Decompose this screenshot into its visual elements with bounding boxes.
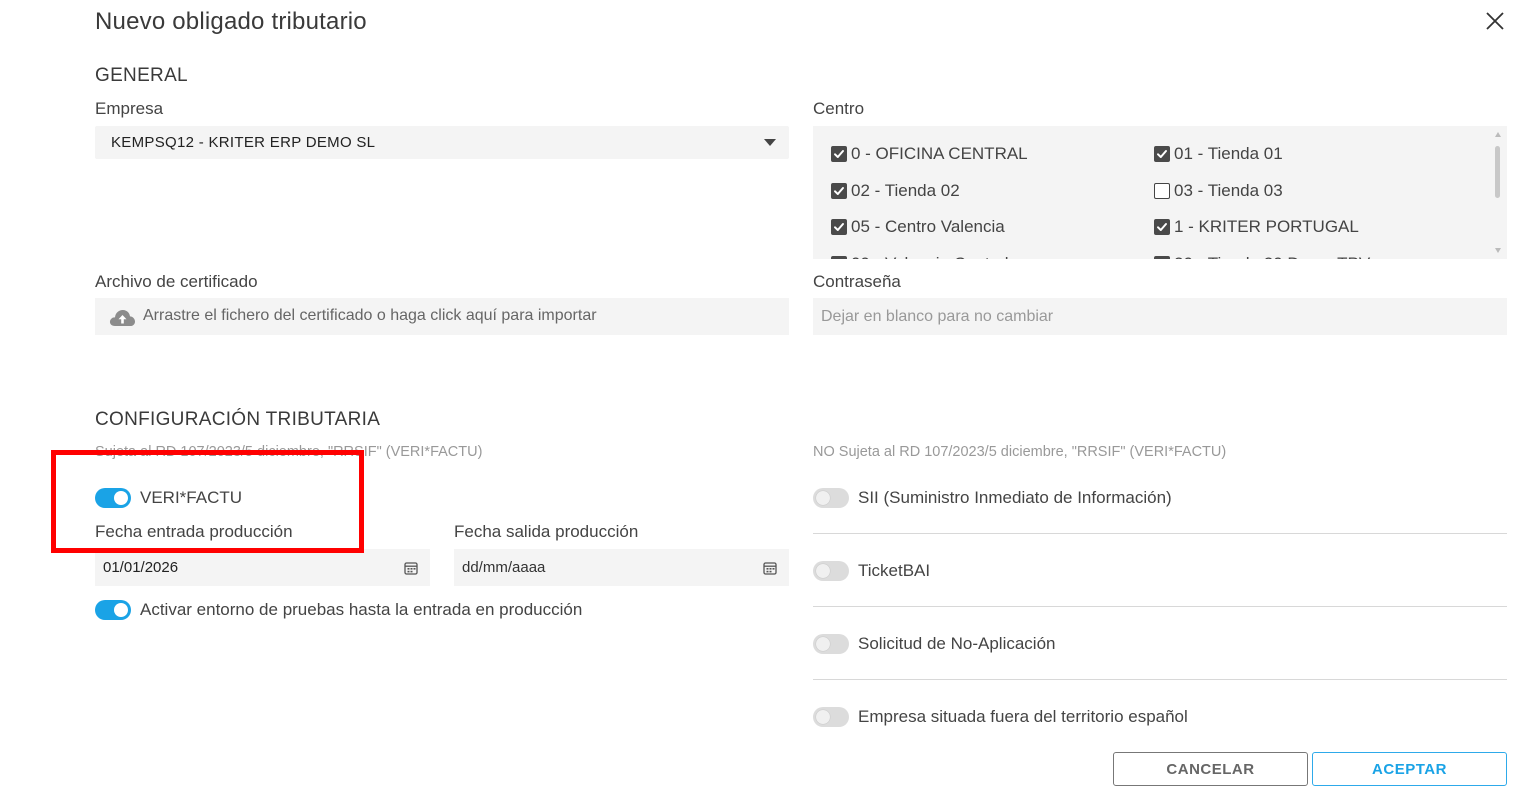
ticketbai-toggle[interactable] (813, 561, 849, 581)
certificado-placeholder: Arrastre el fichero del certificado o ha… (143, 307, 597, 324)
calendar-icon[interactable] (762, 560, 778, 576)
toggle-knob (816, 564, 830, 578)
password-label: Contraseña (813, 272, 901, 291)
no-aplicacion-label: Solicitud de No-Aplicación (858, 634, 1056, 653)
checkbox-unchecked[interactable] (1154, 182, 1170, 199)
cloud-upload-icon (108, 306, 136, 328)
centro-item-label: 20 - Tienda 20 Demo TPV (1174, 254, 1370, 260)
no-sujeta-note: NO Sujeta al RD 107/2023/5 diciembre, "R… (813, 444, 1227, 460)
calendar-icon[interactable] (403, 560, 419, 576)
highlight-annotation-box (51, 450, 364, 553)
password-input[interactable] (813, 298, 1507, 335)
fecha-salida-label: Fecha salida producción (454, 522, 639, 541)
ticketbai-label: TicketBAI (858, 561, 931, 580)
checkbox-checked[interactable] (831, 146, 847, 162)
fecha-entrada-input[interactable]: 01/01/2026 (95, 549, 430, 586)
centro-item[interactable]: 05 - Centro Valencia (831, 217, 1005, 237)
empresa-label: Empresa (95, 99, 164, 118)
sii-toggle[interactable] (813, 488, 849, 508)
no-aplicacion-toggle[interactable] (813, 634, 849, 654)
centro-item-label: 01 - Tienda 01 (1174, 144, 1283, 163)
centro-item[interactable]: 0 - OFICINA CENTRAL (831, 144, 1028, 164)
pruebas-label: Activar entorno de pruebas hasta la entr… (140, 600, 583, 619)
checkbox-checked[interactable] (831, 182, 847, 199)
chevron-down-icon (764, 139, 776, 146)
centro-item[interactable]: 01 - Tienda 01 (1154, 144, 1283, 164)
toggle-knob (816, 491, 830, 505)
scroll-down-arrow-icon[interactable] (1495, 248, 1501, 253)
section-title-config: CONFIGURACIÓN TRIBUTARIA (95, 409, 381, 430)
divider (813, 679, 1507, 680)
scroll-up-arrow-icon[interactable] (1495, 132, 1501, 137)
checkbox-checked[interactable] (1154, 255, 1170, 259)
centro-item[interactable]: 20 - Tienda 20 Demo TPV (1154, 254, 1370, 260)
fecha-entrada-value: 01/01/2026 (103, 559, 179, 576)
centro-label: Centro (813, 99, 865, 118)
centro-item-label: 02 - Tienda 02 (851, 180, 960, 200)
checkbox-checked[interactable] (1154, 146, 1170, 162)
fuera-territorio-toggle[interactable] (813, 707, 849, 727)
centro-item[interactable]: 03 - Tienda 03 (1154, 181, 1283, 201)
fecha-salida-input[interactable]: dd/mm/aaaa (454, 549, 789, 586)
centro-item-label: 1 - KRITER PORTUGAL (1174, 217, 1359, 236)
centro-item-label: 0 - OFICINA CENTRAL (851, 144, 1028, 163)
centro-scrollbar[interactable] (1493, 130, 1503, 255)
toggle-knob (816, 710, 830, 724)
checkbox-checked[interactable] (1154, 219, 1170, 235)
fuera-territorio-label: Empresa situada fuera del territorio esp… (858, 707, 1188, 726)
sii-label: SII (Suministro Inmediato de Información… (858, 488, 1172, 507)
section-title-general: GENERAL (95, 65, 188, 86)
divider (813, 606, 1507, 607)
checkbox-checked[interactable] (831, 219, 847, 235)
centro-item-label: 09 - Valencia Central (851, 254, 1009, 260)
certificado-label: Archivo de certificado (95, 272, 258, 291)
dialog-title: Nuevo obligado tributario (95, 8, 367, 35)
close-icon[interactable] (1482, 8, 1508, 34)
empresa-select[interactable]: KEMPSQ12 - KRITER ERP DEMO SL (95, 126, 789, 159)
centro-item[interactable]: 09 - Valencia Central (831, 254, 1009, 260)
toggle-knob (114, 603, 128, 617)
pruebas-toggle[interactable] (95, 600, 131, 620)
cancel-button[interactable]: CANCELAR (1113, 752, 1308, 786)
centro-checklist[interactable]: 0 - OFICINA CENTRAL 01 - Tienda 01 02 - Ti… (813, 126, 1507, 259)
certificado-dropzone[interactable]: Arrastre el fichero del certificado o ha… (95, 298, 789, 335)
accept-button[interactable]: ACEPTAR (1312, 752, 1507, 786)
empresa-selected-value: KEMPSQ12 - KRITER ERP DEMO SL (111, 134, 376, 151)
centro-item-label: 03 - Tienda 03 (1174, 180, 1283, 200)
scroll-thumb[interactable] (1495, 146, 1500, 198)
divider (813, 533, 1507, 534)
toggle-knob (816, 637, 830, 651)
fecha-salida-value: dd/mm/aaaa (462, 559, 546, 576)
centro-item[interactable]: 1 - KRITER PORTUGAL (1154, 217, 1359, 237)
centro-item[interactable]: 02 - Tienda 02 (831, 181, 960, 201)
checkbox-checked[interactable] (831, 255, 847, 259)
centro-item-label: 05 - Centro Valencia (851, 217, 1005, 236)
